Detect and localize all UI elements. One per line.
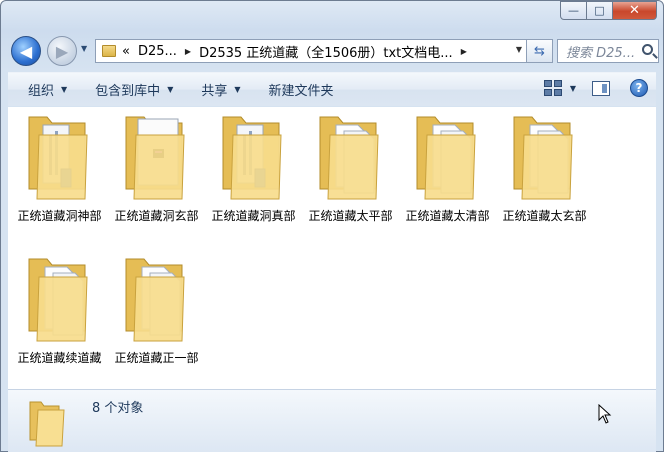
breadcrumb-arrow-icon[interactable]: ▶ xyxy=(185,47,191,56)
organize-label: 组织 xyxy=(28,84,55,99)
navigation-row: ◀ ▶ ▼ « D25... ▶ D2535 正统道藏（全1506册）txt文档… xyxy=(7,33,659,69)
forward-button[interactable]: ▶ xyxy=(47,36,77,66)
folder-item[interactable]: 正统道藏太玄部 xyxy=(496,107,593,232)
recent-pages-button[interactable]: ▼ xyxy=(81,44,93,58)
mouse-cursor-icon xyxy=(598,404,612,424)
folder-name: 正统道藏洞玄部 xyxy=(114,209,199,223)
folder-item[interactable]: 正统道藏洞玄部 xyxy=(108,107,205,232)
folder-name: 正统道藏太平部 xyxy=(308,209,393,223)
minimize-button[interactable]: — xyxy=(560,1,587,20)
folder-icon xyxy=(125,116,185,200)
folder-icon xyxy=(28,116,88,200)
toolbar-right: ▼ ? xyxy=(543,79,648,97)
folder-item[interactable]: 正统道藏洞神部 xyxy=(11,107,108,232)
folder-name: 正统道藏洞神部 xyxy=(17,209,102,223)
search-icon[interactable] xyxy=(642,44,653,55)
folder-icon xyxy=(102,45,116,57)
search-placeholder: 搜索 D25... xyxy=(566,45,636,61)
file-list[interactable]: 正统道藏洞神部 正统道藏洞玄部 正统道藏洞真部 正统道藏太平部 正统道藏太清部 正统道藏太… xyxy=(8,107,656,389)
chevron-down-icon: ▼ xyxy=(234,85,241,94)
search-input[interactable]: 搜索 D25... xyxy=(557,39,659,63)
breadcrumb-arrow-icon[interactable]: ▶ xyxy=(461,47,467,56)
share-label: 共享 xyxy=(201,84,228,99)
breadcrumb: « D25... ▶ D2535 正统道藏（全1506册）txt文档电... ▶ xyxy=(122,42,475,61)
chevron-down-icon: ▼ xyxy=(81,44,88,53)
folder-icon xyxy=(416,116,476,200)
folder-item[interactable]: 正统道藏洞真部 xyxy=(205,107,302,232)
folder-name: 正统道藏正一部 xyxy=(114,351,199,365)
new-folder-button[interactable]: 新建文件夹 xyxy=(255,73,348,106)
folder-item[interactable]: 正统道藏正一部 xyxy=(108,249,205,374)
refresh-icon: ⇆ xyxy=(534,43,545,59)
back-button[interactable]: ◀ xyxy=(11,36,41,66)
folder-icon xyxy=(513,116,573,200)
folder-icon xyxy=(222,116,282,200)
folder-item[interactable]: 正统道藏太平部 xyxy=(302,107,399,232)
folder-item[interactable]: 正统道藏太清部 xyxy=(399,107,496,232)
window-controls: — □ ✕ xyxy=(560,1,657,20)
folder-name: 正统道藏续道藏 xyxy=(17,351,102,365)
explorer-window: — □ ✕ ◀ ▶ ▼ « D25... ▶ D2535 正统道藏（全1506册… xyxy=(0,0,664,452)
folder-icon xyxy=(125,258,185,342)
breadcrumb-item[interactable]: D25... xyxy=(138,44,177,59)
include-in-library-label: 包含到库中 xyxy=(95,84,161,99)
status-bar: 8 个对象 xyxy=(8,389,656,452)
refresh-button[interactable]: ⇆ xyxy=(527,39,553,63)
folder-name: 正统道藏太清部 xyxy=(405,209,490,223)
folder-item[interactable]: 正统道藏续道藏 xyxy=(11,249,108,374)
folder-icon xyxy=(319,116,379,200)
command-bar: 组织 ▼ 包含到库中 ▼ 共享 ▼ 新建文件夹 ▼ ? xyxy=(8,72,656,106)
chevron-down-icon: ▼ xyxy=(61,85,68,94)
chevron-down-icon: ▼ xyxy=(167,85,174,94)
folder-name: 正统道藏太玄部 xyxy=(502,209,587,223)
forward-arrow-icon: ▶ xyxy=(55,41,69,61)
change-view-icon[interactable] xyxy=(543,80,562,96)
folder-icon xyxy=(28,258,88,342)
view-options-dropdown-icon[interactable]: ▼ xyxy=(570,84,576,93)
address-bar[interactable]: « D25... ▶ D2535 正统道藏（全1506册）txt文档电... ▶… xyxy=(95,39,527,63)
new-folder-label: 新建文件夹 xyxy=(268,84,334,99)
breadcrumb-overflow[interactable]: « xyxy=(122,44,130,59)
item-count: 8 个对象 xyxy=(92,401,144,416)
back-arrow-icon: ◀ xyxy=(19,41,33,61)
organize-button[interactable]: 组织 ▼ xyxy=(8,73,81,106)
close-button[interactable]: ✕ xyxy=(613,1,657,20)
include-in-library-button[interactable]: 包含到库中 ▼ xyxy=(81,73,187,106)
help-icon[interactable]: ? xyxy=(630,79,648,97)
folder-name: 正统道藏洞真部 xyxy=(211,209,296,223)
share-button[interactable]: 共享 ▼ xyxy=(187,73,254,106)
folder-icon xyxy=(29,401,65,447)
preview-pane-icon[interactable] xyxy=(592,80,610,96)
address-dropdown-icon[interactable]: ▼ xyxy=(516,45,522,54)
maximize-button[interactable]: □ xyxy=(587,1,613,20)
breadcrumb-item[interactable]: D2535 正统道藏（全1506册）txt文档电... xyxy=(199,42,453,61)
